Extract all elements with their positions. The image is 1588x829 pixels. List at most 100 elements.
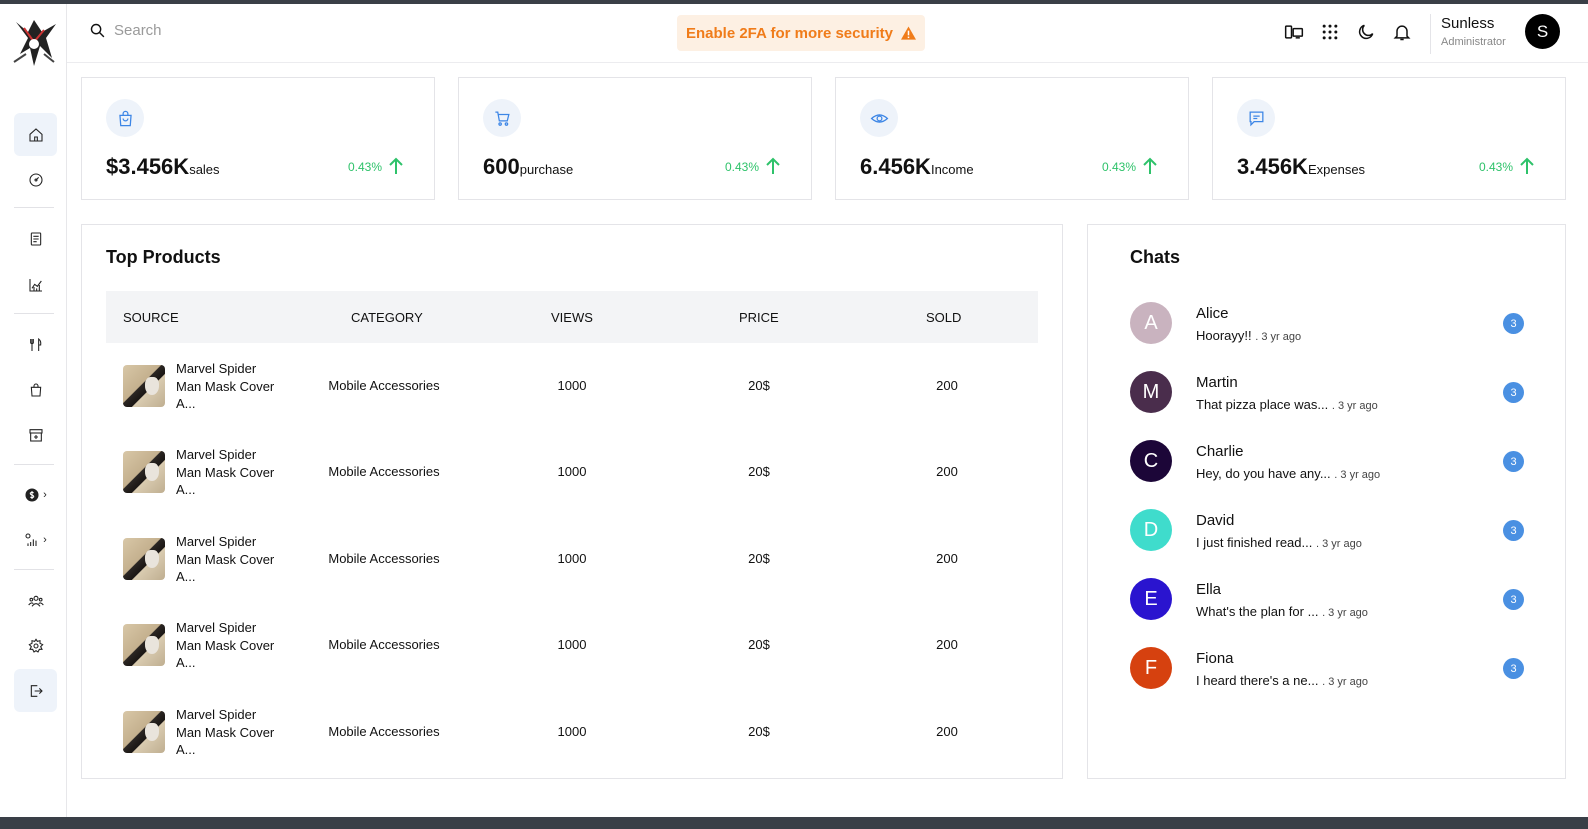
sidebar-item-team[interactable]	[14, 579, 57, 622]
sidebar-item-orders[interactable]	[14, 217, 57, 260]
stat-change: 0.43%	[1101, 160, 1136, 174]
stat-card-sales: $3.456K sales 0.43%	[81, 77, 435, 200]
chat-name: Charlie	[1196, 443, 1244, 460]
sidebar-item-home[interactable]	[14, 113, 57, 156]
header-actions	[1284, 22, 1412, 42]
product-category: Mobile Accessories	[328, 637, 440, 652]
chat-preview: Hey, do you have any... . 3 yr ago	[1196, 466, 1380, 481]
chat-preview: What's the plan for ... . 3 yr ago	[1196, 604, 1368, 619]
product-views: 1000	[557, 551, 587, 566]
chats-panel: Chats A Alice Hoorayy!! . 3 yr ago 3 M M…	[1087, 224, 1566, 779]
search-input[interactable]	[114, 22, 414, 39]
window-bottom-strip	[0, 817, 1588, 829]
column-header-category[interactable]: CATEGORY	[351, 310, 423, 325]
chevron-right-icon: ›	[43, 488, 47, 501]
brand-logo[interactable]	[10, 18, 58, 68]
chat-message: I just finished read...	[1196, 535, 1313, 550]
column-header-price[interactable]: PRICE	[739, 310, 779, 325]
product-name: Marvel Spider Man Mask Cover A...	[176, 620, 275, 670]
message-icon	[1249, 111, 1263, 126]
chat-item[interactable]: C Charlie Hey, do you have any... . 3 yr…	[1130, 440, 1550, 482]
stat-value: 600	[483, 154, 520, 179]
chat-avatar: D	[1130, 509, 1172, 551]
chat-item[interactable]: D David I just finished read... . 3 yr a…	[1130, 509, 1550, 551]
unread-badge: 3	[1503, 382, 1524, 403]
table-row[interactable]: Marvel Spider Man Mask Cover A... Mobile…	[106, 516, 1038, 602]
utensils-icon	[29, 337, 41, 351]
chat-preview: I heard there's a ne... . 3 yr ago	[1196, 673, 1368, 688]
product-views: 1000	[557, 464, 587, 479]
notifications-button[interactable]	[1392, 22, 1412, 42]
chat-name: Fiona	[1196, 650, 1234, 667]
unread-badge: 3	[1503, 451, 1524, 472]
product-sold: 200	[936, 637, 958, 652]
chat-item[interactable]: E Ella What's the plan for ... . 3 yr ag…	[1130, 578, 1550, 620]
sidebar: › ›	[0, 4, 67, 817]
sidebar-item-settings[interactable]	[14, 624, 57, 667]
chat-name: Martin	[1196, 374, 1238, 391]
product-sold: 200	[936, 464, 958, 479]
top-header: Enable 2FA for more security Sunless Adm…	[67, 4, 1588, 63]
chat-time: . 3 yr ago	[1331, 400, 1378, 412]
unread-badge: 3	[1503, 658, 1524, 679]
header-divider	[1430, 14, 1431, 54]
product-thumbnail	[123, 711, 165, 753]
product-name: Marvel Spider Man Mask Cover A...	[176, 707, 275, 757]
dollar-icon	[25, 487, 39, 502]
chat-item[interactable]: F Fiona I heard there's a ne... . 3 yr a…	[1130, 647, 1550, 689]
product-thumbnail	[123, 624, 165, 666]
chat-time: . 3 yr ago	[1315, 538, 1362, 550]
chat-message: What's the plan for ...	[1196, 604, 1319, 619]
sidebar-item-logout[interactable]	[14, 669, 57, 712]
stat-label: Income	[930, 162, 974, 177]
product-price: 20$	[748, 724, 770, 739]
chat-time: . 3 yr ago	[1255, 331, 1302, 343]
sidebar-item-analytics[interactable]: ›	[14, 518, 57, 561]
sidebar-item-store[interactable]	[14, 413, 57, 456]
arrow-up-icon	[1519, 157, 1535, 175]
sidebar-item-menu[interactable]	[14, 323, 57, 366]
products-table-header: SOURCE CATEGORY VIEWS PRICE SOLD	[106, 291, 1038, 343]
table-row[interactable]: Marvel Spider Man Mask Cover A... Mobile…	[106, 343, 1038, 429]
sidebar-item-shop[interactable]	[14, 368, 57, 411]
devices-button[interactable]	[1284, 22, 1304, 42]
stat-card-income: 6.456K Income 0.43%	[835, 77, 1189, 200]
product-price: 20$	[748, 637, 770, 652]
unread-badge: 3	[1503, 520, 1524, 541]
chat-item[interactable]: M Martin That pizza place was... . 3 yr …	[1130, 371, 1550, 413]
product-price: 20$	[748, 378, 770, 393]
chat-item[interactable]: A Alice Hoorayy!! . 3 yr ago 3	[1130, 302, 1550, 344]
table-row[interactable]: Marvel Spider Man Mask Cover A... Mobile…	[106, 602, 1038, 688]
product-sold: 200	[936, 378, 958, 393]
chat-avatar: M	[1130, 371, 1172, 413]
sidebar-item-finance[interactable]: ›	[14, 473, 57, 516]
user-avatar[interactable]: S	[1525, 14, 1560, 49]
product-thumbnail	[123, 365, 165, 407]
column-header-source[interactable]: SOURCE	[123, 310, 179, 325]
arrow-up-icon	[765, 157, 781, 175]
sidebar-item-dashboard[interactable]	[14, 158, 57, 201]
user-info[interactable]: Sunless Administrator	[1441, 15, 1506, 48]
product-category: Mobile Accessories	[328, 378, 440, 393]
security-banner[interactable]: Enable 2FA for more security	[677, 15, 925, 51]
product-thumbnail	[123, 538, 165, 580]
sidebar-item-reports[interactable]	[14, 263, 57, 306]
product-sold: 200	[936, 551, 958, 566]
product-price: 20$	[748, 464, 770, 479]
table-row[interactable]: Marvel Spider Man Mask Cover A... Mobile…	[106, 429, 1038, 515]
cart-icon	[494, 111, 510, 126]
chat-avatar: F	[1130, 647, 1172, 689]
column-header-views[interactable]: VIEWS	[551, 310, 593, 325]
stat-change: 0.43%	[1478, 160, 1513, 174]
chevron-right-icon: ›	[43, 533, 47, 546]
table-row[interactable]: Marvel Spider Man Mask Cover A... Mobile…	[106, 689, 1038, 775]
product-sold: 200	[936, 724, 958, 739]
chat-preview: Hoorayy!! . 3 yr ago	[1196, 328, 1301, 343]
top-products-title: Top Products	[106, 247, 221, 267]
dark-mode-toggle[interactable]	[1356, 22, 1376, 42]
stat-change: 0.43%	[347, 160, 382, 174]
store-icon	[28, 428, 43, 442]
apps-button[interactable]	[1320, 22, 1340, 42]
stat-icon-wrap	[1237, 99, 1275, 137]
column-header-sold[interactable]: SOLD	[926, 310, 961, 325]
